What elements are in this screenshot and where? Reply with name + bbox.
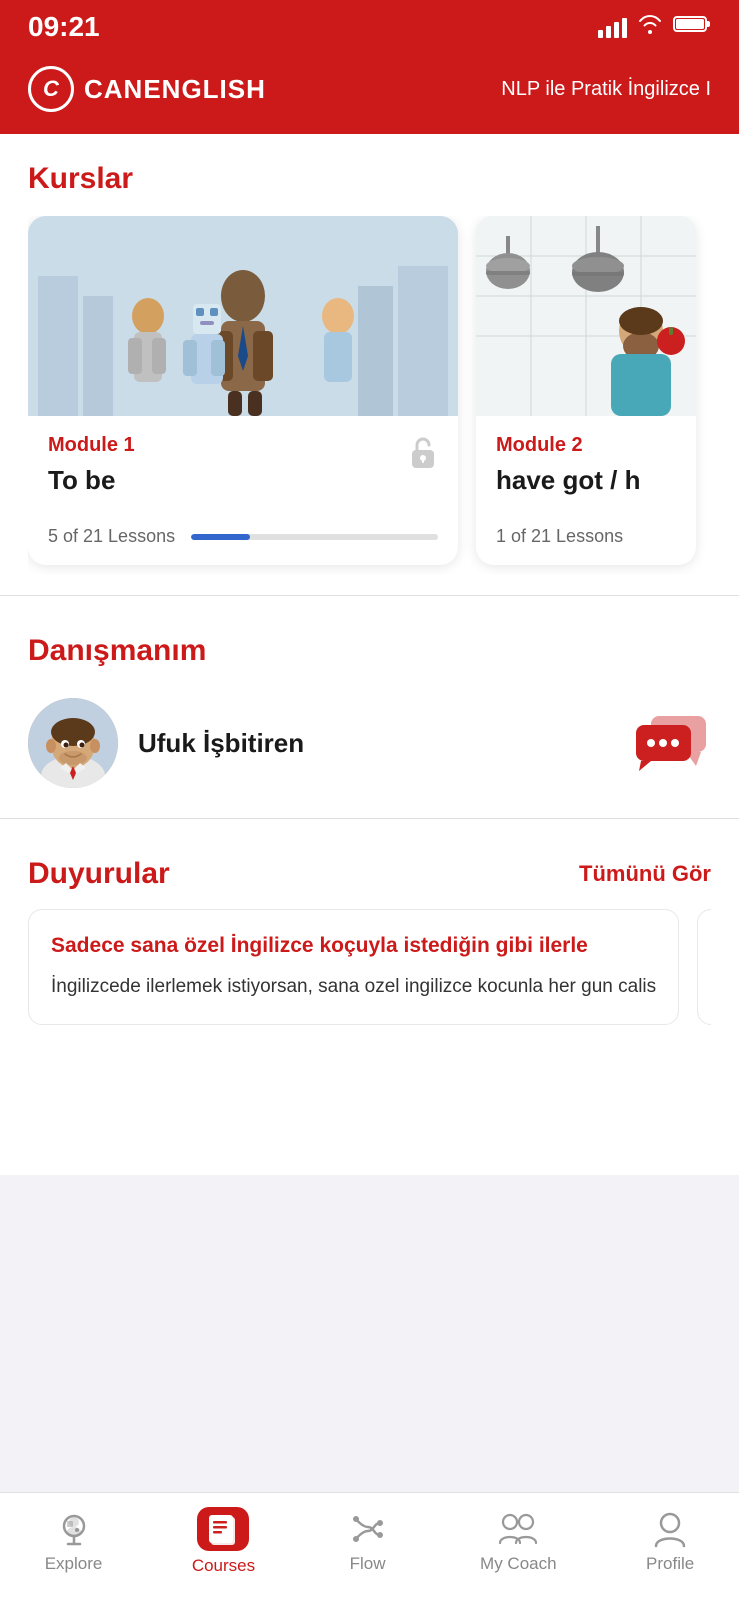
courses-carousel[interactable]: Module 1 To be 5 of 21 Lessons: [28, 216, 711, 575]
explore-icon: [51, 1509, 97, 1549]
bottom-navigation: Explore Courses: [0, 1492, 739, 1600]
flow-icon: [345, 1509, 391, 1549]
course-card-2-body: Module 2 have got / h 1 of 21 Lessons: [476, 416, 696, 565]
logo-icon: C: [28, 66, 74, 112]
courses-icon: [197, 1507, 249, 1551]
course-card-2-module-label: Module 2: [496, 434, 676, 457]
courses-section: Kurslar: [0, 134, 739, 585]
status-time: 09:21: [28, 11, 100, 43]
status-icons: [598, 14, 711, 40]
module1-illustration: [28, 216, 458, 416]
nav-item-mycoach[interactable]: My Coach: [480, 1509, 557, 1574]
course-card-2-lessons: 1 of 21 Lessons: [496, 526, 623, 547]
advisor-left: Ufuk İşbitiren: [28, 698, 304, 788]
unlock-icon: [408, 434, 438, 478]
nav-label-profile: Profile: [646, 1554, 694, 1574]
nav-item-courses[interactable]: Courses: [192, 1507, 255, 1576]
nav-label-courses: Courses: [192, 1556, 255, 1576]
advisor-section-title: Danışmanım: [28, 634, 711, 668]
advisor-row[interactable]: Ufuk İşbitiren: [28, 688, 711, 798]
battery-icon: [673, 14, 711, 40]
progress-bar-fill-1: [191, 534, 250, 540]
nav-label-mycoach: My Coach: [480, 1554, 557, 1574]
course-card-2[interactable]: Module 2 have got / h 1 of 21 Lessons: [476, 216, 696, 565]
announcements-section: Duyurular Tümünü Gör Sadece sana özel İn…: [0, 829, 739, 1035]
wifi-icon: [637, 14, 663, 40]
logo-c-letter: C: [43, 76, 59, 102]
announcement-card-2[interactable]: Bild İngi san: [697, 909, 711, 1025]
status-bar: 09:21: [0, 0, 739, 54]
nav-label-flow: Flow: [350, 1554, 386, 1574]
course-card-2-progress: 1 of 21 Lessons: [496, 526, 676, 547]
announcements-section-title: Duyurular: [28, 857, 170, 891]
course-card-1-lessons: 5 of 21 Lessons: [48, 526, 175, 547]
divider-2: [0, 818, 739, 819]
chat-icon[interactable]: [631, 711, 711, 776]
profile-icon: [647, 1509, 693, 1549]
nav-item-explore[interactable]: Explore: [45, 1509, 103, 1574]
advisor-name: Ufuk İşbitiren: [138, 728, 304, 759]
courses-section-title: Kurslar: [28, 162, 711, 196]
nav-label-explore: Explore: [45, 1554, 103, 1574]
see-all-button[interactable]: Tümünü Gör: [579, 861, 711, 887]
course-card-1-module-label: Module 1: [48, 434, 438, 457]
announcement-card-1[interactable]: Sadece sana özel İngilizce koçuyla isted…: [28, 909, 679, 1025]
nav-item-profile[interactable]: Profile: [646, 1509, 694, 1574]
app-header: C CANENGLISH NLP ile Pratik İngilizce I: [0, 54, 739, 134]
announcement-card-2-body: İngi san: [710, 968, 711, 990]
announcement-card-1-body: İngilizcede ilerlemek istiyorsan, sana o…: [51, 973, 656, 1002]
course-card-1[interactable]: Module 1 To be 5 of 21 Lessons: [28, 216, 458, 565]
logo-area: C CANENGLISH: [28, 66, 266, 112]
course-card-1-progress: 5 of 21 Lessons: [48, 526, 438, 547]
main-content: Kurslar: [0, 134, 739, 1175]
nav-item-flow[interactable]: Flow: [345, 1509, 391, 1574]
mycoach-icon: [495, 1509, 541, 1549]
course-card-2-title: have got / h: [496, 465, 676, 496]
signal-icon: [598, 16, 627, 38]
logo-text: CANENGLISH: [84, 74, 266, 105]
course-card-2-image: [476, 216, 696, 416]
advisor-avatar: [28, 698, 118, 788]
module2-illustration: [476, 216, 696, 416]
course-card-1-image: [28, 216, 458, 416]
progress-bar-wrap-1: [191, 534, 438, 540]
announcements-carousel[interactable]: Sadece sana özel İngilizce koçuyla isted…: [28, 909, 711, 1025]
announcements-header: Duyurular Tümünü Gör: [28, 857, 711, 891]
course-card-1-title: To be: [48, 465, 438, 496]
announcement-card-2-title: Bild: [710, 932, 711, 956]
advisor-section: Danışmanım: [0, 606, 739, 808]
course-card-1-body: Module 1 To be 5 of 21 Lessons: [28, 416, 458, 565]
divider-1: [0, 595, 739, 596]
announcement-card-1-title: Sadece sana özel İngilizce koçuyla isted…: [51, 932, 656, 959]
header-subtitle: NLP ile Pratik İngilizce I: [501, 78, 711, 101]
